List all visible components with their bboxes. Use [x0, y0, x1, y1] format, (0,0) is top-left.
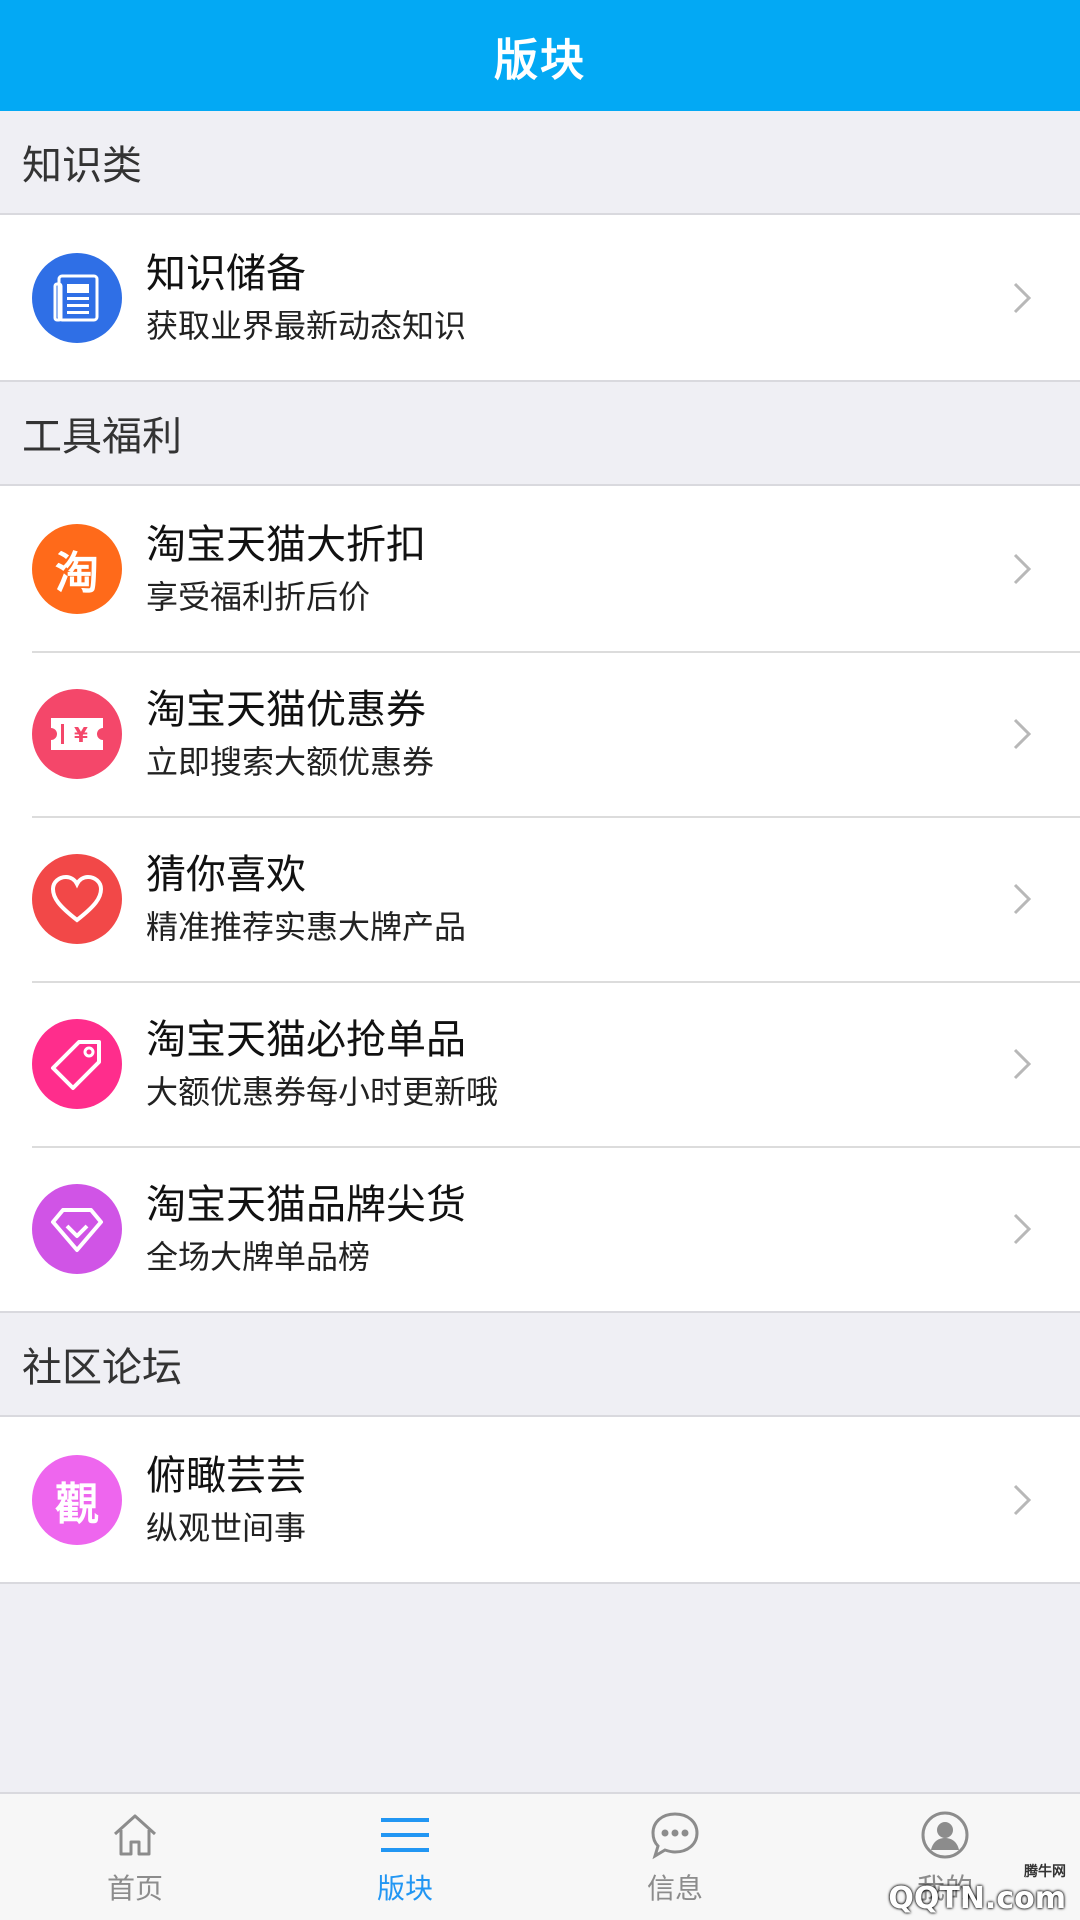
list-item[interactable]: 淘宝天猫必抢单品 大额优惠券每小时更新哦	[0, 981, 1080, 1146]
tab-home[interactable]: 首页	[0, 1794, 270, 1920]
chevron-right-icon	[1002, 1480, 1042, 1520]
list-item[interactable]: ¥ 淘宝天猫优惠券 立即搜索大额优惠券	[0, 651, 1080, 816]
list-item[interactable]: 淘 淘宝天猫大折扣 享受福利折后价	[0, 486, 1080, 651]
chevron-right-icon	[1002, 879, 1042, 919]
section-header-knowledge: 知识类	[0, 111, 1080, 215]
chat-icon	[645, 1807, 705, 1863]
coupon-icon: ¥	[32, 688, 122, 779]
item-subtitle: 纵观世间事	[146, 1508, 307, 1547]
tab-label: 首页	[106, 1872, 163, 1905]
guan-icon-glyph: 觀	[55, 1478, 99, 1530]
tab-label: 信息	[646, 1872, 703, 1905]
coupon-yen-glyph: ¥	[74, 723, 88, 747]
newspaper-icon	[32, 252, 122, 343]
watermark: 腾牛网 QQTN.com	[888, 1861, 1066, 1916]
item-subtitle: 精准推荐实惠大牌产品	[146, 907, 467, 946]
watermark-text: QQTN.com	[888, 1881, 1066, 1916]
item-subtitle: 大额优惠券每小时更新哦	[146, 1072, 499, 1111]
watermark-small: 腾牛网	[1024, 1864, 1066, 1880]
section-group-tools: 淘 淘宝天猫大折扣 享受福利折后价 ¥ 淘宝天猫优惠券 立即搜索大额优惠券 猜你…	[0, 486, 1080, 1313]
tao-icon: 淘	[32, 523, 122, 614]
item-title: 淘宝天猫品牌尖货	[146, 1181, 466, 1228]
chevron-right-icon	[1002, 278, 1042, 318]
list-item[interactable]: 猜你喜欢 精准推荐实惠大牌产品	[0, 816, 1080, 981]
tag-icon	[32, 1018, 122, 1109]
list-item[interactable]: 知识储备 获取业界最新动态知识	[0, 215, 1080, 380]
item-title: 淘宝天猫优惠券	[146, 686, 426, 733]
item-title: 知识储备	[146, 250, 306, 297]
guan-icon: 觀	[32, 1454, 122, 1545]
menu-icon	[375, 1807, 435, 1863]
item-subtitle: 立即搜索大额优惠券	[146, 742, 435, 781]
page-title: 版块	[494, 34, 586, 86]
item-title: 淘宝天猫大折扣	[146, 521, 426, 568]
item-title: 淘宝天猫必抢单品	[146, 1016, 466, 1063]
chevron-right-icon	[1002, 1044, 1042, 1084]
chevron-right-icon	[1002, 1209, 1042, 1249]
chevron-right-icon	[1002, 549, 1042, 589]
heart-icon	[32, 853, 122, 944]
home-icon	[105, 1807, 165, 1863]
item-subtitle: 全场大牌单品榜	[146, 1237, 371, 1276]
tab-label: 版块	[376, 1872, 433, 1905]
user-icon	[915, 1807, 975, 1863]
bottom-tab-bar: 首页 版块 信息 我的 腾牛网 QQTN.com	[0, 1792, 1080, 1920]
top-bar: 版块	[0, 0, 1080, 111]
tao-icon-glyph: 淘	[55, 547, 99, 599]
chevron-right-icon	[1002, 714, 1042, 754]
section-group-knowledge: 知识储备 获取业界最新动态知识	[0, 215, 1080, 382]
tab-sections[interactable]: 版块	[270, 1794, 540, 1920]
item-subtitle: 获取业界最新动态知识	[146, 306, 467, 345]
tab-messages[interactable]: 信息	[540, 1794, 810, 1920]
section-group-community: 觀 俯瞰芸芸 纵观世间事	[0, 1417, 1080, 1584]
item-title: 俯瞰芸芸	[146, 1452, 306, 1499]
section-list: 知识类 知识储备 获取业界最新动态知识 工具福利 淘 淘宝天猫大折扣 享受福利折…	[0, 111, 1080, 1584]
item-title: 猜你喜欢	[146, 851, 306, 898]
section-header-community: 社区论坛	[0, 1313, 1080, 1417]
diamond-icon	[32, 1183, 122, 1274]
section-header-tools: 工具福利	[0, 382, 1080, 486]
list-item[interactable]: 觀 俯瞰芸芸 纵观世间事	[0, 1417, 1080, 1582]
list-item[interactable]: 淘宝天猫品牌尖货 全场大牌单品榜	[0, 1146, 1080, 1311]
item-subtitle: 享受福利折后价	[146, 577, 371, 616]
